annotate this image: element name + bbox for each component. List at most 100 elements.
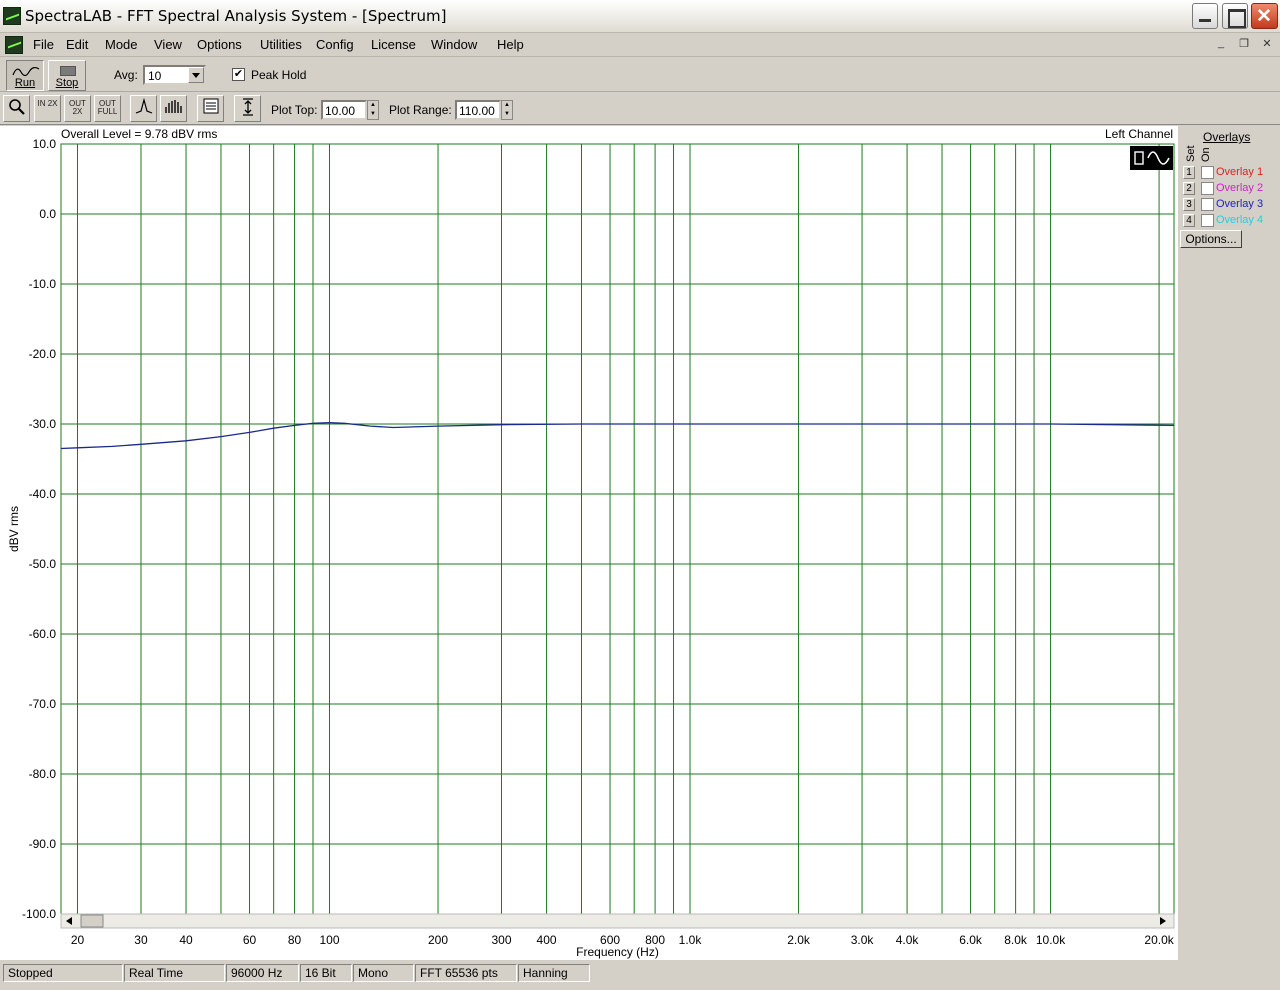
menu-utilities[interactable]: Utilities (260, 37, 302, 52)
y-tick-label: 0.0 (39, 207, 56, 221)
main-toolbar: Run Stop Avg: 10 (0, 57, 1280, 92)
x-tick-label: 20 (71, 933, 85, 947)
x-tick-label: 8.0k (1004, 933, 1028, 947)
y-tick-label: -60.0 (29, 627, 57, 641)
plot-top-spinner[interactable]: ▲ ▼ (367, 100, 379, 120)
overlay-set-button[interactable]: 2 (1183, 182, 1195, 195)
title-bar: SpectraLAB - FFT Spectral Analysis Syste… (0, 0, 1280, 33)
overlay-label: Overlay 4 (1216, 214, 1264, 226)
vertical-scale-icon (242, 98, 253, 116)
x-tick-label: 10.0k (1036, 933, 1066, 947)
zoom-in-2x-button[interactable]: IN 2X (34, 95, 61, 122)
y-axis-label: dBV rms (7, 506, 21, 552)
plot-properties-button[interactable] (197, 95, 224, 122)
mdi-restore-icon[interactable]: ❐ (1235, 37, 1253, 53)
mdi-minimize-icon[interactable]: _ (1212, 37, 1230, 53)
x-tick-label: 400 (537, 933, 557, 947)
overlay-on-checkbox[interactable] (1201, 182, 1214, 195)
menu-options[interactable]: Options (197, 37, 242, 52)
on-column-label: On (1200, 147, 1212, 162)
x-tick-label: 40 (179, 933, 193, 947)
bar-plot-button[interactable] (160, 95, 187, 122)
avg-select[interactable]: 10 (143, 65, 206, 85)
zoom-out-full-button[interactable]: OUT FULL (94, 95, 121, 122)
menu-edit[interactable]: Edit (66, 37, 88, 52)
status-sample-rate: 96000 Hz (226, 964, 299, 982)
y-tick-label: -80.0 (29, 767, 57, 781)
status-fft-size: FFT 65536 pts (415, 964, 517, 982)
x-axis-label: Frequency (Hz) (576, 945, 659, 959)
y-tick-label: -20.0 (29, 347, 57, 361)
peak-hold-checkbox[interactable]: ✔ (232, 68, 245, 81)
plot-top-label: Plot Top: (271, 103, 318, 117)
overlay-on-checkbox[interactable] (1201, 214, 1214, 227)
y-tick-label: -30.0 (29, 417, 57, 431)
overlay-label: Overlay 2 (1216, 182, 1264, 194)
overlay-label: Overlay 1 (1216, 166, 1264, 178)
spectrum-plot[interactable]: Overall Level = 9.78 dBV rms Left Channe… (0, 126, 1178, 960)
overlay-on-checkbox[interactable] (1201, 166, 1214, 179)
overlay-label: Overlay 3 (1216, 198, 1264, 210)
set-column-label: Set (1185, 145, 1197, 162)
status-window: Hanning (518, 964, 590, 982)
minimize-button[interactable] (1192, 3, 1218, 29)
plot-range-spinner[interactable]: ▲ ▼ (501, 100, 513, 120)
x-tick-label: 80 (288, 933, 302, 947)
app-icon[interactable] (3, 7, 21, 25)
menu-file[interactable]: File (33, 37, 54, 52)
x-tick-label: 4.0k (896, 933, 920, 947)
x-tick-label: 60 (243, 933, 257, 947)
overlay-on-checkbox[interactable] (1201, 198, 1214, 211)
spectrum-trace (60, 421, 1175, 450)
zoom-out-2x-button[interactable]: OUT 2X (64, 95, 91, 122)
close-button[interactable] (1251, 3, 1278, 29)
x-tick-label: 6.0k (959, 933, 983, 947)
peak-hold-label: Peak Hold (251, 68, 307, 82)
menu-window[interactable]: Window (431, 37, 477, 52)
chevron-down-icon[interactable] (188, 67, 204, 83)
menu-mode[interactable]: Mode (105, 37, 138, 52)
spectrum-chart[interactable]: 10.0 0.0 -10.0 -20.0 -30.0 -40.0 -50.0 -60.0 -70… (0, 126, 1178, 960)
zoom-tool-button[interactable] (3, 95, 30, 122)
run-button[interactable]: Run (6, 60, 44, 91)
scrollbar-thumb (80, 914, 104, 928)
plot-range-input[interactable]: 110.00 (455, 100, 501, 120)
overlay-set-button[interactable]: 3 (1183, 198, 1195, 211)
y-tick-label: -90.0 (29, 837, 57, 851)
bar-plot-icon (164, 100, 182, 113)
menu-help[interactable]: Help (497, 37, 524, 52)
x-tick-label: 20.0k (1144, 933, 1174, 947)
document-icon[interactable] (5, 36, 23, 54)
x-tick-label: 100 (319, 933, 339, 947)
run-label: Run (14, 77, 36, 89)
status-channels: Mono (353, 964, 414, 982)
avg-label: Avg: (114, 68, 138, 82)
overlay-options-button[interactable]: Options... (1180, 230, 1242, 248)
signal-generator-icon (1130, 146, 1173, 170)
x-tick-label: 30 (134, 933, 148, 947)
overlay-set-button[interactable]: 4 (1183, 214, 1195, 227)
y-tick-label: -70.0 (29, 697, 57, 711)
x-tick-label: 1.0k (679, 933, 703, 947)
x-tick-label: 300 (491, 933, 511, 947)
y-tick-label: 10.0 (33, 137, 57, 151)
status-state: Stopped (3, 964, 123, 982)
stop-label: Stop (55, 77, 79, 89)
line-plot-button[interactable] (130, 95, 157, 122)
autoscale-button[interactable] (234, 95, 261, 122)
plot-top-input[interactable]: 10.00 (321, 100, 367, 120)
menu-license[interactable]: License (371, 37, 416, 52)
stop-icon (60, 66, 76, 76)
window-title: SpectraLAB - FFT Spectral Analysis Syste… (25, 7, 447, 25)
plot-border (60, 143, 1175, 915)
overlay-set-button[interactable]: 1 (1183, 166, 1195, 179)
avg-value: 10 (148, 69, 162, 83)
stop-button[interactable]: Stop (48, 60, 86, 91)
line-plot-icon (135, 97, 152, 114)
menu-config[interactable]: Config (316, 37, 354, 52)
maximize-button[interactable] (1222, 3, 1248, 29)
mdi-close-icon[interactable]: ✕ (1258, 37, 1276, 53)
overlays-title[interactable]: Overlays (1203, 130, 1250, 144)
menu-view[interactable]: View (154, 37, 182, 52)
y-tick-label: -10.0 (29, 277, 57, 291)
